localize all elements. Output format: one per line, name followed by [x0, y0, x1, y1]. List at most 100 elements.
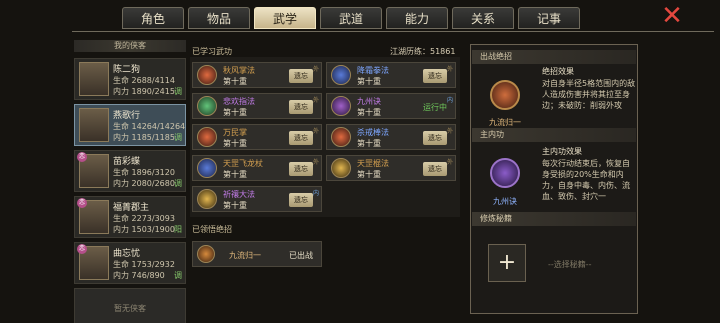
hero-tag: 调	[174, 133, 182, 142]
hero-hp: 生命 1896/3120	[113, 168, 175, 177]
hero-card[interactable]: 陈二狗 生命 2688/4114 内力 1890/2415 调	[74, 58, 186, 100]
skill-level: 第十重	[223, 108, 247, 117]
skill-level: 第十重	[357, 170, 381, 179]
forget-button[interactable]: 遗忘	[423, 131, 447, 145]
skill-icon	[331, 127, 351, 147]
ultimate-skill-name: 九流归一	[229, 251, 261, 260]
tab-4[interactable]: 能力	[386, 7, 448, 29]
hero-tag: 阳	[174, 225, 182, 234]
hero-name: 苗彩蝶	[113, 157, 141, 167]
heroes-title: 我的侠客	[74, 40, 186, 52]
hero-name: 福菁郡主	[113, 203, 150, 213]
skill-icon	[197, 96, 217, 116]
skill-name: 杀戒棒法	[357, 128, 389, 137]
empty-hero-slot[interactable]: 暂无侠客	[74, 288, 186, 323]
hero-hp: 生命 14264/14264	[113, 122, 186, 131]
skill-type-mark: 外	[312, 97, 319, 104]
forget-button[interactable]: 遗忘	[289, 193, 313, 207]
skill-item[interactable]: 悲欢指法第十重 遗忘外	[192, 93, 322, 119]
experience-value: 江湖历练：51861	[390, 47, 456, 56]
skill-name: 秋风掌法	[223, 66, 255, 75]
ultimate-skill[interactable]: 九流归一 已出战	[192, 241, 322, 267]
inner-header: 主内功	[472, 128, 636, 142]
close-icon[interactable]: ✕	[660, 3, 684, 29]
hero-mp: 内力 1890/2415	[113, 87, 175, 96]
hero-card[interactable]: 燕歌行 生命 14264/14264 内力 1185/1185 调	[74, 104, 186, 146]
skill-type-mark: 外	[312, 66, 319, 73]
skill-type-mark: 外	[446, 128, 453, 135]
tab-2[interactable]: 武学	[254, 7, 316, 29]
tab-1[interactable]: 物品	[188, 7, 250, 29]
tab-5[interactable]: 关系	[452, 7, 514, 29]
add-manual-button[interactable]: +	[488, 244, 526, 282]
skill-icon	[331, 65, 351, 85]
skill-item[interactable]: 万民掌 第十重 遗忘外	[192, 124, 322, 150]
realized-label: 已领悟绝招	[192, 225, 232, 234]
skill-name: 万民掌	[223, 128, 247, 137]
skill-type-mark: 外	[312, 128, 319, 135]
hero-portrait	[79, 108, 109, 142]
skill-type-mark: 内	[446, 97, 453, 104]
skill-icon	[331, 96, 351, 116]
hero-badge: 恋	[77, 198, 87, 208]
hero-list: 陈二狗 生命 2688/4114 内力 1890/2415 调燕歌行 生命 14264/…	[74, 58, 186, 323]
skill-status: 运行中	[423, 103, 447, 112]
forget-button[interactable]: 遗忘	[289, 162, 313, 176]
battle-skill-icon[interactable]	[490, 80, 520, 110]
learned-label: 已学习武功	[192, 47, 232, 56]
hero-badge: 恋	[77, 152, 87, 162]
hero-card[interactable]: 恋福菁郡主 生命 2273/3093 内力 1503/1900 阳	[74, 196, 186, 238]
forget-button[interactable]: 遗忘	[289, 100, 313, 114]
skill-level: 第十重	[357, 108, 381, 117]
skill-icon	[197, 127, 217, 147]
hero-mp: 内力 1185/1185	[113, 133, 175, 142]
skill-item[interactable]: 九州诀第十重 运行中内	[326, 93, 456, 119]
hero-mp: 内力 746/890	[113, 271, 165, 280]
hero-portrait	[79, 62, 109, 96]
skill-level: 第十重	[223, 201, 247, 210]
forget-button[interactable]: 遗忘	[289, 131, 313, 145]
skill-type-mark: 外	[446, 66, 453, 73]
skill-item[interactable]: 天罡飞龙杖第十重 遗忘外	[192, 155, 322, 181]
skill-level: 第十重	[223, 77, 247, 86]
skill-item[interactable]: 杀戒棒法 第十重 遗忘外	[326, 124, 456, 150]
skill-item[interactable]: 祈禳大法 第十重 遗忘内	[192, 186, 322, 212]
skill-type-mark: 内	[312, 190, 319, 197]
hero-card[interactable]: 恋曲忘忧 生命 1753/2932 内力 746/890 调	[74, 242, 186, 284]
tab-6[interactable]: 记事	[518, 7, 580, 29]
hero-hp: 生命 2273/3093	[113, 214, 175, 223]
battle-header: 出战绝招	[472, 50, 636, 64]
battle-effect-desc: 对自身半径5格范围内的敌人造成伤害并将其拉至身边；未破防：削弱外攻	[542, 79, 636, 110]
skill-name: 悲欢指法	[223, 97, 255, 106]
battle-skill-name: 九流归一	[489, 118, 521, 127]
inner-skill-icon[interactable]	[490, 158, 520, 188]
hero-card[interactable]: 恋苗彩蝶 生命 1896/3120 内力 2080/2680 调	[74, 150, 186, 192]
inner-effect-desc: 每次行动结束后，恢复自身受损的20%生命和内力，自身中毒、内伤、流血、致伤、封穴…	[542, 159, 630, 201]
skill-type-mark: 外	[312, 159, 319, 166]
ultimate-skill-icon	[197, 245, 215, 263]
skill-item[interactable]: 天罡棍法第十重 遗忘外	[326, 155, 456, 181]
hero-name: 陈二狗	[113, 65, 141, 75]
hero-tag: 调	[174, 179, 182, 188]
inner-skill-name: 九州诀	[493, 197, 517, 206]
skill-type-mark: 外	[446, 159, 453, 166]
forget-button[interactable]: 遗忘	[423, 162, 447, 176]
skill-name: 天罡棍法	[357, 159, 389, 168]
skill-item[interactable]: 降霜拳法 第十重 遗忘外	[326, 62, 456, 88]
skill-item[interactable]: 秋风掌法第十重 遗忘外	[192, 62, 322, 88]
tab-3[interactable]: 武道	[320, 7, 382, 29]
forget-button[interactable]: 遗忘	[289, 69, 313, 83]
hero-badge: 恋	[77, 244, 87, 254]
select-manual-hint[interactable]: --选择秘籍--	[548, 259, 592, 270]
forget-button[interactable]: 遗忘	[423, 69, 447, 83]
skill-icon	[197, 158, 217, 178]
skill-name: 天罡飞龙杖	[223, 159, 263, 168]
skill-level: 第十重	[223, 170, 247, 179]
skill-name: 九州诀	[357, 97, 381, 106]
hero-tag: 调	[174, 87, 182, 96]
hero-hp: 生命 2688/4114	[113, 76, 175, 85]
skill-icon	[331, 158, 351, 178]
skill-icon	[197, 189, 217, 209]
tab-0[interactable]: 角色	[122, 7, 184, 29]
hero-hp: 生命 1753/2932	[113, 260, 175, 269]
